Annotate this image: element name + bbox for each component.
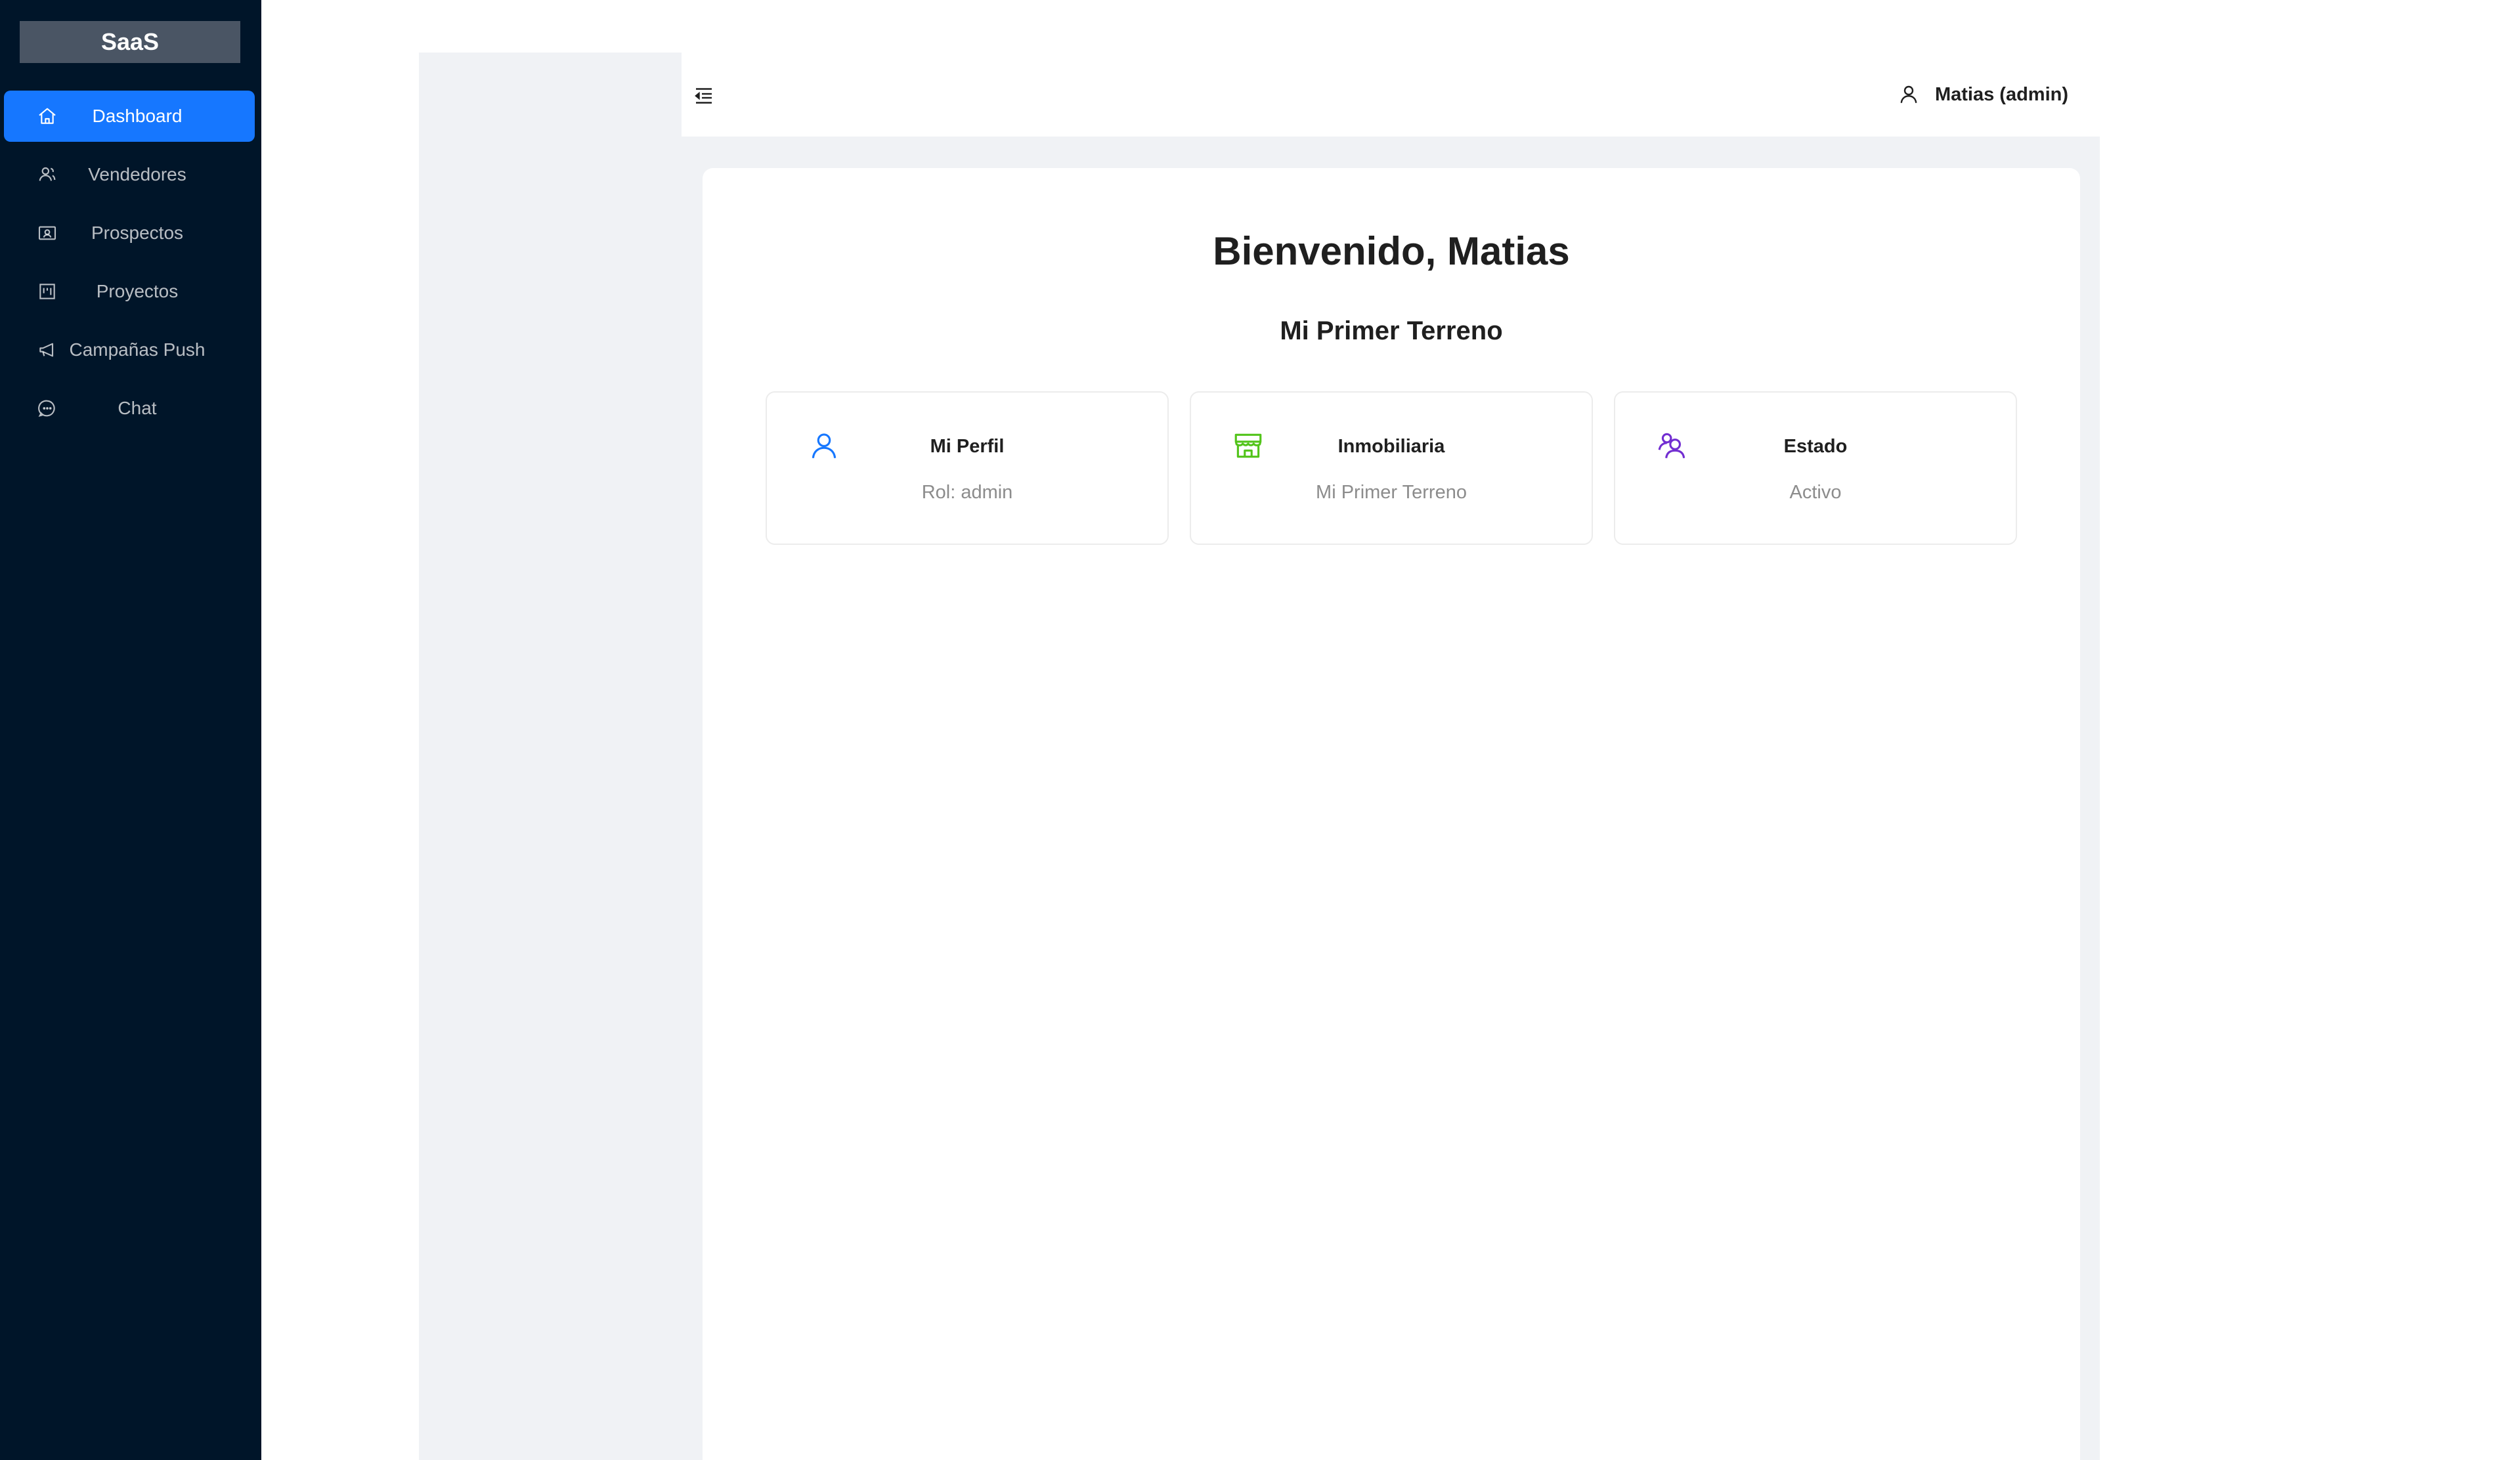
card-value: Rol: admin: [921, 482, 1013, 503]
sidebar-item-chat[interactable]: Chat: [4, 383, 255, 434]
card-title: Mi Perfil: [930, 436, 1005, 457]
sidebar-item-vendedores[interactable]: Vendedores: [4, 149, 255, 200]
sidebar-item-prospectos[interactable]: Prospectos: [4, 207, 255, 259]
page-title: Bienvenido, Matias: [1213, 229, 1570, 273]
sidebar-item-label: Prospectos: [91, 223, 184, 243]
company-name: Mi Primer Terreno: [1280, 316, 1503, 345]
menu-fold-icon[interactable]: [692, 84, 716, 108]
card-title: Estado: [1783, 436, 1848, 457]
sidebar-item-campanas-push[interactable]: Campañas Push: [4, 324, 255, 376]
layout-gutter: [419, 53, 682, 1460]
card-value: Activo: [1789, 482, 1842, 503]
app-logo: SaaS: [20, 21, 240, 63]
card-mi-perfil: Mi Perfil Rol: admin: [766, 391, 1169, 545]
card-estado: Estado Activo: [1614, 391, 2017, 545]
top-header: Matias (admin): [682, 53, 2100, 137]
sidebar-item-label: Proyectos: [96, 281, 179, 301]
card-value: Mi Primer Terreno: [1316, 482, 1467, 503]
sidebar-item-label: Vendedores: [88, 164, 186, 184]
user-icon: [1897, 83, 1921, 106]
sidebar: SaaS Dashboard Vendedores Prospectos Pro…: [0, 0, 261, 1460]
card-inmobiliaria: Inmobiliaria Mi Primer Terreno: [1190, 391, 1593, 545]
user-name: Matias (admin): [1934, 83, 2068, 105]
sidebar-item-dashboard[interactable]: Dashboard: [4, 91, 255, 142]
sidebar-item-proyectos[interactable]: Proyectos: [4, 266, 255, 317]
sidebar-item-label: Chat: [118, 398, 157, 418]
sidebar-item-label: Dashboard: [92, 106, 183, 126]
dashboard-content: Bienvenido, Matias Mi Primer Terreno Mi …: [703, 168, 2080, 1460]
card-title: Inmobiliaria: [1337, 436, 1445, 457]
user-menu[interactable]: Matias (admin): [1897, 80, 2068, 109]
sidebar-item-label: Campañas Push: [69, 339, 206, 360]
